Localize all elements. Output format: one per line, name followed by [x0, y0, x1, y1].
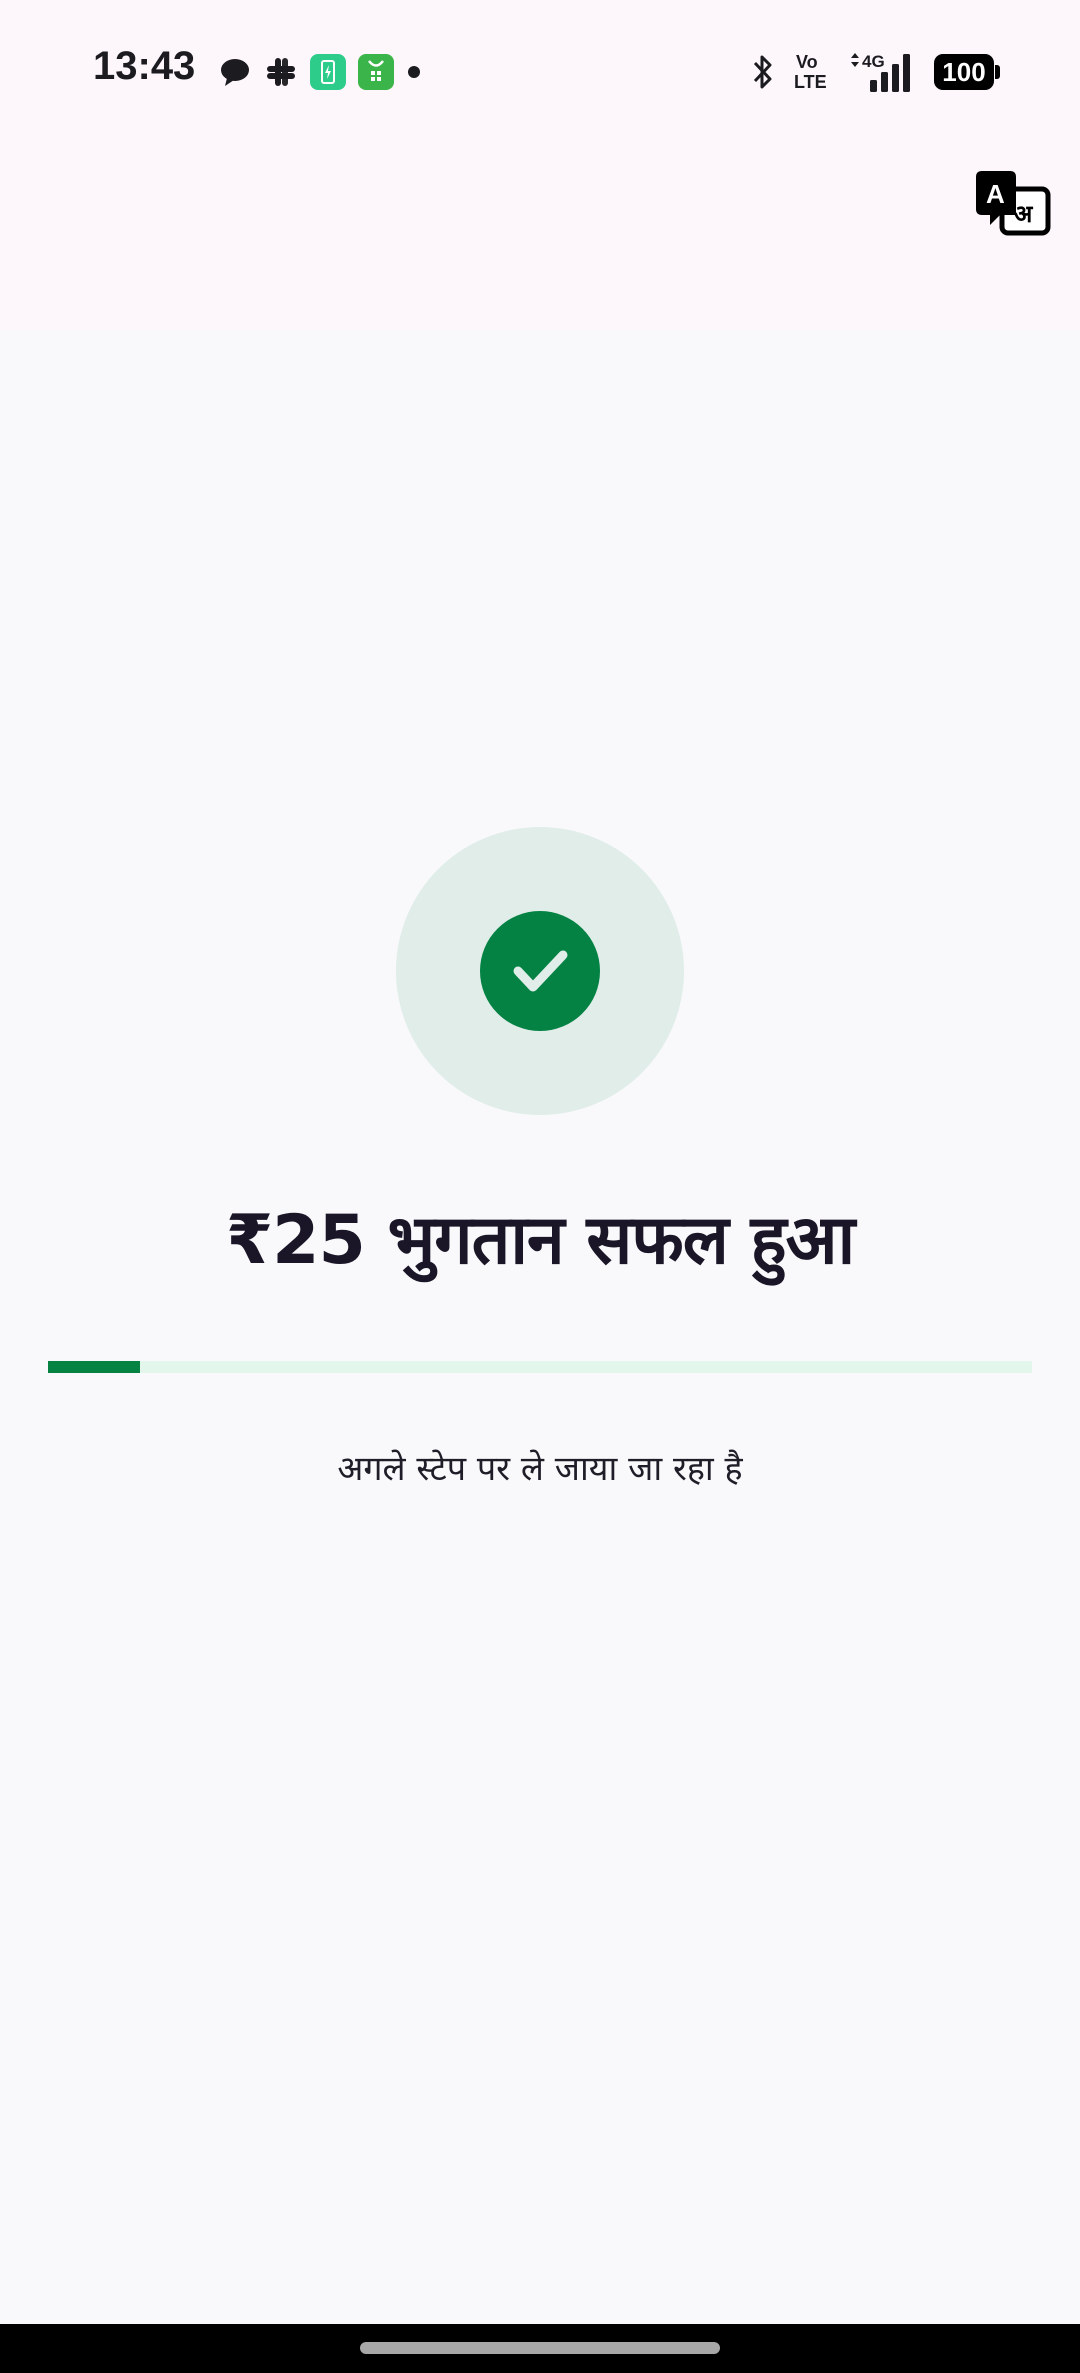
- redirect-progress-fill: [48, 1361, 140, 1373]
- svg-text:4G: 4G: [862, 52, 885, 71]
- redirect-message: अगले स्टेप पर ले जाया जा रहा है: [337, 1449, 743, 1489]
- notification-icons: [218, 52, 422, 92]
- bluetooth-icon: [753, 55, 772, 89]
- battery-app-icon: [310, 54, 346, 90]
- translate-icon: अ A: [976, 171, 1051, 236]
- status-time: 13:43: [93, 44, 196, 88]
- battery-icon: 100: [934, 54, 1000, 90]
- checkmark-icon: [513, 950, 568, 992]
- system-icons: Vo LTE 4G 100: [750, 50, 1000, 94]
- navigation-bar: [0, 2324, 1080, 2373]
- success-badge: [396, 827, 684, 1115]
- svg-text:Vo: Vo: [796, 52, 818, 72]
- home-gesture-handle[interactable]: [360, 2342, 720, 2354]
- translate-button[interactable]: अ A: [976, 170, 1052, 238]
- battery-level: 100: [942, 57, 986, 87]
- more-dot-icon: [408, 66, 420, 78]
- volte-icon: Vo LTE: [794, 52, 827, 92]
- svg-text:LTE: LTE: [794, 72, 827, 92]
- payment-success-title: ₹25 भुगतान सफल हुआ: [225, 1201, 855, 1280]
- svg-text:A: A: [986, 179, 1005, 209]
- status-bar: 13:43 Vo LTE 4G 100: [0, 0, 1080, 140]
- app-header: अ A: [0, 140, 1080, 330]
- chat-bubble-icon: [221, 59, 249, 86]
- slack-icon: [267, 58, 295, 86]
- success-check-circle: [480, 911, 600, 1031]
- shopping-bag-icon: [358, 54, 394, 90]
- redirect-progress-bar: [48, 1361, 1032, 1373]
- signal-4g-icon: 4G: [851, 52, 910, 92]
- svg-text:अ: अ: [1014, 200, 1034, 228]
